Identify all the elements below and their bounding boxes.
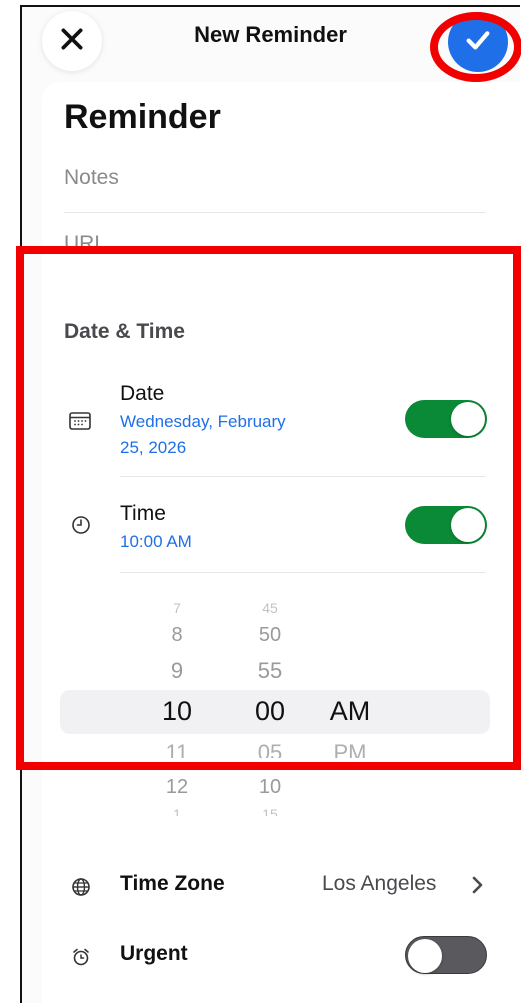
minute-option[interactable]: 50 (230, 624, 310, 647)
notes-field[interactable]: Notes (64, 166, 119, 190)
clock-icon (70, 514, 92, 536)
reminder-title-field[interactable]: Reminder (64, 98, 221, 137)
urgent-label: Urgent (120, 942, 188, 965)
period-option[interactable]: PM (310, 740, 390, 758)
hour-option[interactable]: 11 (137, 740, 217, 758)
time-zone-label: Time Zone (120, 872, 225, 895)
urgent-toggle[interactable] (405, 936, 487, 974)
date-value-line1[interactable]: Wednesday, February (120, 409, 286, 435)
hour-option[interactable]: 8 (137, 624, 217, 647)
minute-option[interactable]: 10 (230, 776, 310, 799)
time-zone-value[interactable]: Los Angeles (322, 872, 436, 896)
hour-option[interactable]: 1 (137, 806, 217, 816)
minute-selected[interactable]: 00 (230, 696, 310, 727)
nav-title: New Reminder (194, 22, 347, 47)
divider (120, 572, 486, 573)
hour-option[interactable]: 9 (137, 658, 217, 684)
minute-option[interactable]: 55 (230, 658, 310, 684)
time-toggle[interactable] (405, 506, 487, 544)
section-title-date-time: Date & Time (64, 320, 185, 343)
date-toggle[interactable] (405, 400, 487, 438)
divider (120, 476, 486, 477)
minute-option[interactable]: 15 (230, 806, 310, 816)
time-picker[interactable]: 7 8 9 10 11 12 1 45 50 55 00 05 10 15 AM… (60, 596, 490, 824)
globe-icon (70, 876, 92, 898)
done-button[interactable] (448, 12, 508, 72)
period-selected[interactable]: AM (310, 696, 390, 727)
date-label: Date (120, 382, 165, 405)
time-label: Time (120, 502, 166, 525)
hour-selected[interactable]: 10 (137, 696, 217, 727)
checkmark-icon (462, 24, 494, 61)
hour-option[interactable]: 7 (137, 600, 217, 614)
date-value-line2[interactable]: 25, 2026 (120, 435, 186, 461)
calendar-icon (68, 410, 92, 432)
toggle-knob (451, 508, 485, 542)
time-value[interactable]: 10:00 AM (120, 529, 192, 555)
alarm-icon (70, 946, 92, 968)
minute-option[interactable]: 05 (230, 740, 310, 758)
divider (64, 212, 486, 213)
hour-option[interactable]: 12 (137, 776, 217, 799)
url-field[interactable]: URL (64, 232, 106, 256)
minute-option[interactable]: 45 (230, 600, 310, 614)
chevron-right-icon[interactable] (472, 876, 484, 899)
toggle-knob (408, 939, 442, 973)
toggle-knob (451, 402, 485, 436)
